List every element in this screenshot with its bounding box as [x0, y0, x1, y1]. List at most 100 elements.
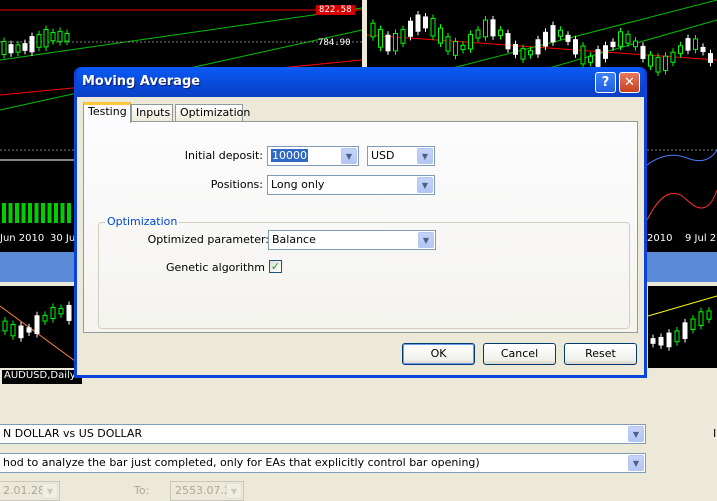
chevron-down-icon[interactable]: ▼ [418, 232, 434, 248]
dialog-titlebar[interactable]: Moving Average ? ✕ [77, 67, 644, 97]
model-select[interactable]: hod to analyze the bar just completed, o… [0, 453, 646, 473]
candle-body [610, 41, 616, 48]
price-tag: 822.58 [316, 5, 355, 15]
close-icon[interactable]: ✕ [619, 72, 640, 93]
candle-body [468, 33, 473, 50]
optimization-group: Optimization Optimized parameter: Balanc… [98, 215, 630, 329]
price-label: 784.90 [318, 38, 351, 48]
candle-body [18, 325, 24, 339]
help-icon[interactable]: ? [595, 72, 616, 93]
moving-average-dialog: Moving Average ? ✕ Testing Inputs Optimi… [74, 67, 647, 378]
reset-button[interactable]: Reset [564, 343, 637, 365]
chevron-down-icon[interactable]: ▼ [417, 148, 433, 164]
candle-body [22, 43, 28, 51]
candle-body [29, 36, 35, 53]
chart-br-svg [648, 295, 717, 351]
candle-body [666, 332, 672, 348]
candle-body [50, 32, 56, 42]
model-value: hod to analyze the bar just completed, o… [3, 456, 480, 469]
candle-body [393, 33, 398, 52]
candle-body [690, 318, 696, 330]
candle-body [64, 32, 70, 42]
date-label: Jun 2010 [0, 233, 45, 244]
candle-body [378, 28, 383, 48]
candle-body [685, 38, 691, 51]
tab-inputs[interactable]: Inputs [131, 104, 173, 122]
candle-body [1, 40, 7, 56]
candle-body [618, 31, 623, 47]
candle-body [708, 53, 713, 63]
edge-label: I [713, 427, 717, 440]
testing-tab-panel: Initial deposit: 10000 ▼ USD ▼ Positions… [83, 121, 638, 333]
histogram-bar [34, 203, 39, 223]
candle-body [700, 46, 706, 53]
histogram-bar [67, 203, 71, 223]
candle-body [682, 322, 688, 340]
initial-deposit-value: 10000 [271, 149, 308, 162]
chevron-down-icon[interactable]: ▼ [341, 148, 357, 164]
histogram-bar [41, 203, 45, 223]
chevron-down-icon[interactable]: ▼ [226, 483, 242, 499]
from-date-value: 2.01.28 [3, 484, 45, 497]
histogram-bar [8, 203, 13, 223]
symbol-select[interactable]: N DOLLAR vs US DOLLAR ▼ [0, 424, 646, 444]
genetic-algorithm-label: Genetic algorithm [165, 261, 265, 274]
candle-body [550, 25, 556, 43]
optimized-parameter-label: Optimized parameter: [147, 233, 269, 246]
chevron-down-icon[interactable]: ▼ [417, 177, 433, 193]
candle-body [8, 44, 14, 54]
candle-body [648, 54, 653, 67]
candle-body [625, 33, 631, 44]
histogram-bar [2, 203, 6, 223]
candle-body [498, 29, 503, 36]
tab-testing[interactable]: Testing [83, 102, 131, 123]
initial-deposit-combo[interactable]: 10000 ▼ [267, 146, 359, 166]
candle-body [535, 39, 541, 55]
candle-body [655, 56, 661, 73]
to-date-select[interactable]: 2553.07.27 ▼ [170, 481, 244, 501]
candle-body [658, 336, 664, 346]
candle-body [430, 17, 436, 37]
candle-body [415, 14, 421, 32]
chart-window-bottom-right[interactable] [648, 286, 717, 368]
currency-select[interactable]: USD ▼ [367, 146, 435, 166]
currency-value: USD [371, 149, 395, 162]
candle-body [693, 38, 698, 50]
candle-body [650, 338, 656, 344]
chevron-down-icon[interactable]: ▼ [628, 455, 644, 471]
candle-body [43, 29, 49, 48]
chevron-down-icon[interactable]: ▼ [42, 483, 58, 499]
candle-body [408, 20, 413, 37]
candle-body [558, 29, 563, 37]
candle-body [520, 48, 526, 60]
optimization-group-title: Optimization [105, 215, 180, 228]
candle-body [385, 34, 391, 52]
genetic-algorithm-checkbox[interactable]: ✓ [269, 260, 282, 273]
candle-body [698, 311, 704, 326]
optimized-parameter-select[interactable]: Balance ▼ [268, 230, 436, 250]
positions-label: Positions: [210, 178, 263, 191]
date-label: 2010 [647, 233, 673, 244]
candle-body [423, 16, 428, 29]
histogram-bar [21, 203, 26, 223]
candle-body [603, 45, 608, 59]
candle-body [370, 22, 376, 38]
candle-body [36, 34, 42, 48]
chart-window-bottom-left[interactable] [0, 286, 75, 368]
candle-body [490, 19, 496, 37]
candle-body [10, 323, 16, 337]
tab-optimization[interactable]: Optimization [175, 104, 250, 122]
positions-select[interactable]: Long only ▼ [267, 175, 435, 195]
ok-button[interactable]: OK [402, 343, 475, 365]
cancel-button[interactable]: Cancel [483, 343, 556, 365]
histogram-bar [28, 203, 32, 223]
candle-body [42, 314, 48, 322]
candle-body [678, 45, 683, 55]
histogram-bar [60, 203, 65, 223]
histogram-bar [15, 203, 19, 223]
from-date-select[interactable]: 2.01.28 ▼ [0, 481, 60, 501]
chevron-down-icon[interactable]: ▼ [628, 426, 644, 442]
candle-body [66, 304, 72, 321]
candle-body [528, 50, 533, 56]
positions-value: Long only [271, 178, 325, 191]
